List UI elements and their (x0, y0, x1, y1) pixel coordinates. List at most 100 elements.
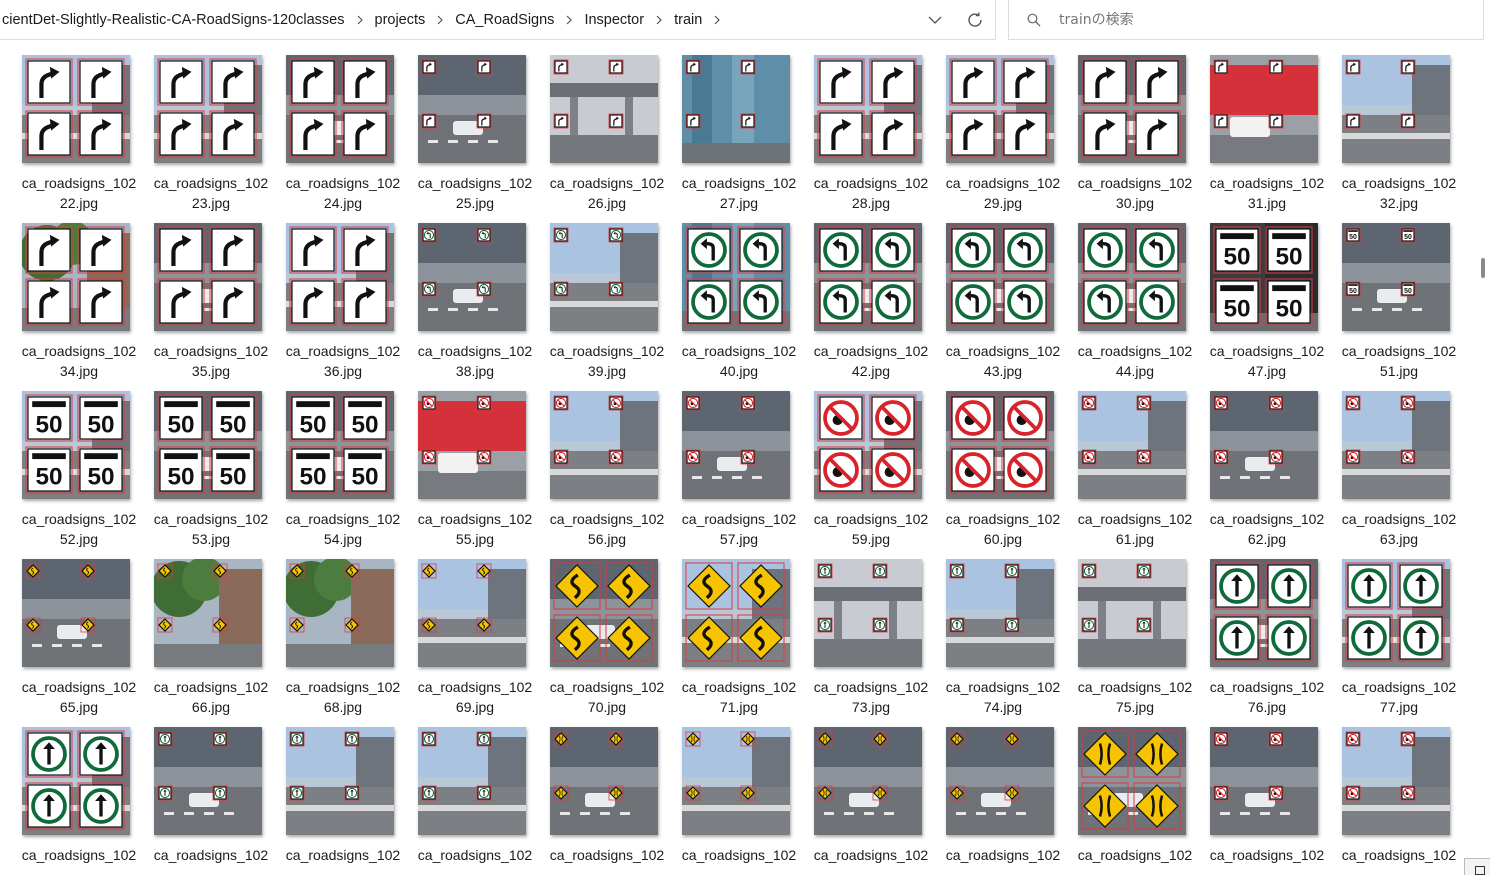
file-item[interactable]: ca_roadsigns_102 (924, 712, 1060, 875)
file-item[interactable]: ca_roadsigns_102 23.jpg (132, 40, 268, 211)
search-input[interactable] (1059, 11, 1459, 28)
image-thumbnail[interactable] (814, 223, 922, 331)
image-thumbnail[interactable] (1210, 55, 1318, 163)
file-item[interactable]: ca_roadsigns_102 (132, 712, 268, 875)
image-thumbnail[interactable] (550, 55, 658, 163)
image-thumbnail[interactable] (286, 727, 394, 835)
file-item[interactable]: ca_roadsigns_102 38.jpg (396, 208, 532, 379)
image-thumbnail[interactable] (154, 727, 262, 835)
file-item[interactable]: ca_roadsigns_102 36.jpg (264, 208, 400, 379)
image-thumbnail[interactable] (418, 55, 526, 163)
image-thumbnail[interactable] (1078, 727, 1186, 835)
file-item[interactable]: ca_roadsigns_102 60.jpg (924, 376, 1060, 547)
image-thumbnail[interactable] (550, 559, 658, 667)
chevron-right-icon[interactable] (349, 15, 371, 25)
file-item[interactable]: ca_roadsigns_102 39.jpg (528, 208, 664, 379)
image-thumbnail[interactable] (1078, 391, 1186, 499)
image-thumbnail[interactable] (682, 391, 790, 499)
file-item[interactable]: ca_roadsigns_102 (1188, 712, 1324, 875)
image-thumbnail[interactable] (22, 223, 130, 331)
file-item[interactable]: ca_roadsigns_102 65.jpg (0, 544, 136, 715)
file-item[interactable]: ca_roadsigns_102 74.jpg (924, 544, 1060, 715)
file-item[interactable]: ca_roadsigns_102 28.jpg (792, 40, 928, 211)
image-thumbnail[interactable] (814, 727, 922, 835)
image-thumbnail[interactable] (1078, 223, 1186, 331)
chevron-right-icon[interactable] (429, 15, 451, 25)
file-item[interactable]: ca_roadsigns_102 24.jpg (264, 40, 400, 211)
image-thumbnail[interactable] (22, 55, 130, 163)
image-thumbnail[interactable]: 50 50 50 50 (1210, 223, 1318, 331)
file-item[interactable]: ca_roadsigns_102 (1056, 712, 1192, 875)
scrollbar-thumb[interactable] (1481, 258, 1485, 278)
image-thumbnail[interactable] (682, 55, 790, 163)
image-thumbnail[interactable] (550, 391, 658, 499)
image-thumbnail[interactable] (286, 223, 394, 331)
file-item[interactable]: ca_roadsigns_102 43.jpg (924, 208, 1060, 379)
address-history-button[interactable] (915, 1, 955, 39)
file-item[interactable]: ca_roadsigns_102 68.jpg (264, 544, 400, 715)
file-item[interactable]: 50 50 50 50 ca_roadsigns_102 54.jpg (264, 376, 400, 547)
file-item[interactable]: ca_roadsigns_102 70.jpg (528, 544, 664, 715)
file-item[interactable]: ca_roadsigns_102 32.jpg (1320, 40, 1456, 211)
image-thumbnail[interactable] (418, 727, 526, 835)
file-item[interactable]: ca_roadsigns_102 30.jpg (1056, 40, 1192, 211)
file-grid[interactable]: ca_roadsigns_102 22.jpg ca_roadsigns_102 23… (0, 40, 1474, 875)
file-item[interactable]: 50 50 50 50 ca_roadsigns_102 51.jpg (1320, 208, 1456, 379)
file-item[interactable]: 50 50 50 50 ca_roadsigns_102 53.jpg (132, 376, 268, 547)
file-item[interactable]: ca_roadsigns_102 25.jpg (396, 40, 532, 211)
image-thumbnail[interactable]: 50 50 50 50 (1342, 223, 1450, 331)
file-item[interactable]: ca_roadsigns_102 (660, 712, 796, 875)
file-item[interactable]: ca_roadsigns_102 (396, 712, 532, 875)
image-thumbnail[interactable] (946, 55, 1054, 163)
image-thumbnail[interactable] (154, 559, 262, 667)
file-item[interactable]: ca_roadsigns_102 (0, 712, 136, 875)
file-item[interactable]: ca_roadsigns_102 75.jpg (1056, 544, 1192, 715)
image-thumbnail[interactable] (418, 223, 526, 331)
file-item[interactable]: ca_roadsigns_102 (1320, 712, 1456, 875)
file-item[interactable]: ca_roadsigns_102 55.jpg (396, 376, 532, 547)
search-box[interactable] (1008, 0, 1484, 40)
file-item[interactable]: ca_roadsigns_102 77.jpg (1320, 544, 1456, 715)
file-item[interactable]: ca_roadsigns_102 62.jpg (1188, 376, 1324, 547)
image-thumbnail[interactable] (1342, 559, 1450, 667)
refresh-button[interactable] (955, 1, 995, 39)
restore-icon[interactable] (1475, 866, 1485, 875)
image-thumbnail[interactable] (418, 559, 526, 667)
image-thumbnail[interactable]: 50 50 50 50 (286, 391, 394, 499)
image-thumbnail[interactable] (1342, 55, 1450, 163)
image-thumbnail[interactable] (1210, 559, 1318, 667)
file-item[interactable]: ca_roadsigns_102 29.jpg (924, 40, 1060, 211)
image-thumbnail[interactable] (550, 223, 658, 331)
address-bar[interactable]: cientDet-Slightly-Realistic-CA-RoadSigns… (0, 0, 996, 40)
breadcrumb-item-ca-roadsigns[interactable]: CA_RoadSigns (451, 12, 558, 28)
breadcrumb-item-inspector[interactable]: Inspector (580, 12, 648, 28)
image-thumbnail[interactable]: 50 50 50 50 (22, 391, 130, 499)
vertical-scrollbar[interactable] (1476, 40, 1490, 875)
file-item[interactable]: ca_roadsigns_102 42.jpg (792, 208, 928, 379)
image-thumbnail[interactable] (22, 727, 130, 835)
image-thumbnail[interactable] (682, 727, 790, 835)
image-thumbnail[interactable] (1078, 55, 1186, 163)
breadcrumb-item-projects[interactable]: projects (371, 12, 430, 28)
file-item[interactable]: ca_roadsigns_102 69.jpg (396, 544, 532, 715)
file-item[interactable]: ca_roadsigns_102 31.jpg (1188, 40, 1324, 211)
image-thumbnail[interactable] (286, 55, 394, 163)
breadcrumb-item-train[interactable]: train (670, 12, 706, 28)
image-thumbnail[interactable] (154, 223, 262, 331)
image-thumbnail[interactable]: 50 50 50 50 (154, 391, 262, 499)
file-item[interactable]: ca_roadsigns_102 22.jpg (0, 40, 136, 211)
file-item[interactable]: ca_roadsigns_102 27.jpg (660, 40, 796, 211)
image-thumbnail[interactable] (154, 55, 262, 163)
image-thumbnail[interactable] (1342, 727, 1450, 835)
image-thumbnail[interactable] (946, 391, 1054, 499)
image-thumbnail[interactable] (682, 223, 790, 331)
image-thumbnail[interactable] (1342, 391, 1450, 499)
chevron-right-icon[interactable] (648, 15, 670, 25)
image-thumbnail[interactable] (418, 391, 526, 499)
image-thumbnail[interactable] (814, 391, 922, 499)
file-item[interactable]: ca_roadsigns_102 26.jpg (528, 40, 664, 211)
image-thumbnail[interactable] (682, 559, 790, 667)
file-item[interactable]: 50 50 50 50 ca_roadsigns_102 47.jpg (1188, 208, 1324, 379)
chevron-right-icon[interactable] (706, 15, 728, 25)
image-thumbnail[interactable] (814, 559, 922, 667)
